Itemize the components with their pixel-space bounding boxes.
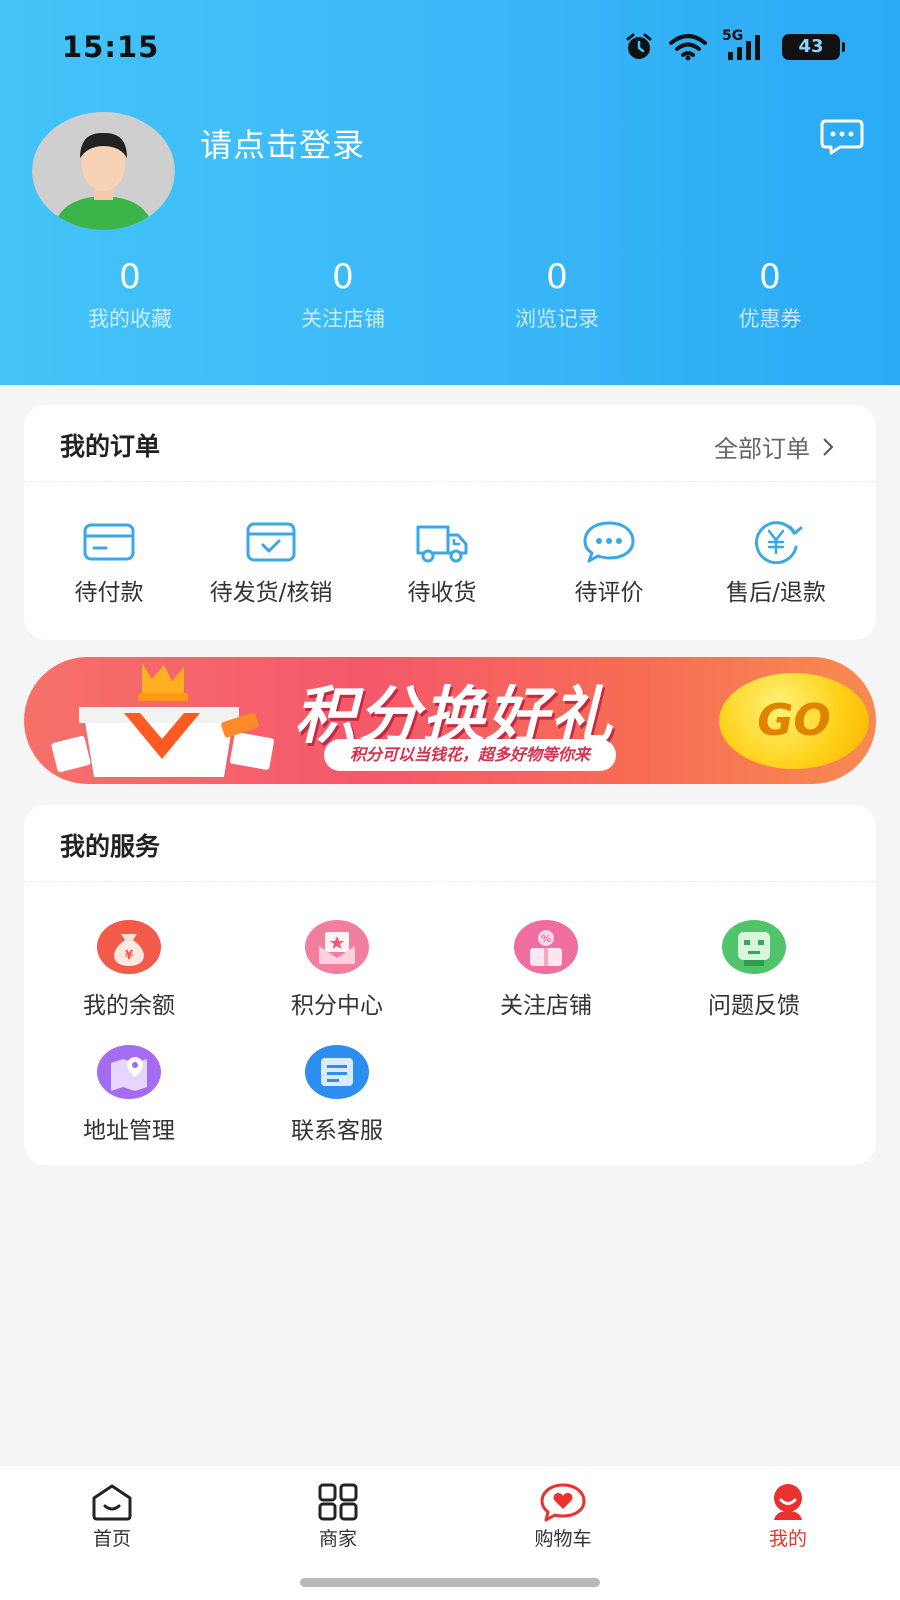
order-item-label: 待发货/核销 [209,580,333,606]
message-icon[interactable] [820,118,864,156]
signal-5g-icon: 5G [722,28,768,62]
login-prompt[interactable]: 请点击登录 [200,120,365,166]
service-points[interactable]: 积分中心 [237,920,437,1020]
money-bag-icon: ¥ [97,920,161,974]
cart-heart-icon [540,1483,586,1522]
service-label: 关注店铺 [500,993,592,1019]
order-pending-review[interactable]: 待评价 [524,519,694,607]
stat-value: 0 [332,257,354,297]
order-item-label: 待评价 [574,580,644,606]
stat-history[interactable]: 0 浏览记录 [467,255,647,333]
tab-label: 商家 [318,1528,357,1550]
stat-followed-shops[interactable]: 0 关注店铺 [253,255,433,333]
user-avatar-icon [33,112,174,230]
grid-icon [318,1483,358,1521]
order-after-sales[interactable]: 售后/退款 [691,519,861,607]
banner-subtitle: 积分可以当钱花，超多好物等你来 [324,739,617,771]
service-label: 联系客服 [291,1118,383,1144]
battery-icon: 43 [782,34,845,60]
wifi-icon [669,34,707,61]
tab-merchants[interactable]: 商家 [268,1482,408,1551]
service-customer-support[interactable]: 联系客服 [237,1045,437,1145]
svg-text:%: % [541,934,551,945]
service-message-icon [305,1045,369,1099]
order-item-label: 待付款 [74,580,144,606]
alarm-icon [626,33,652,59]
tab-profile[interactable]: 我的 [718,1482,858,1551]
feedback-face-icon [722,920,786,974]
stat-coupons[interactable]: 0 优惠券 [680,255,860,333]
stat-label: 浏览记录 [515,307,599,331]
tab-label: 我的 [768,1528,807,1550]
service-followed-shops[interactable]: % 关注店铺 [446,920,646,1020]
tab-label: 首页 [92,1528,131,1550]
tab-label: 购物车 [534,1528,592,1550]
order-pending-shipment[interactable]: 待发货/核销 [186,519,356,607]
service-label: 我的余额 [83,993,175,1019]
home-indicator[interactable] [300,1578,600,1587]
battery-level: 43 [798,36,824,57]
chevron-right-icon [823,437,834,456]
truck-icon [416,525,468,563]
orders-card: 我的订单 全部订单 待付款 待发货/核销 待收货 待评价 售后/退款 [24,405,876,640]
chat-dots-icon [583,521,635,563]
gift-shop-icon: % [514,920,578,974]
all-orders-link[interactable]: 全部订单 [714,429,834,464]
profile-stats: 0 我的收藏 0 关注店铺 0 浏览记录 0 优惠券 [0,255,900,345]
stat-label: 优惠券 [738,307,802,331]
service-label: 积分中心 [291,993,383,1019]
stat-label: 关注店铺 [301,307,385,331]
stat-value: 0 [546,257,568,297]
order-pending-receipt[interactable]: 待收货 [357,519,527,607]
tab-home[interactable]: 首页 [42,1482,182,1551]
map-pin-icon [97,1045,161,1099]
stat-value: 0 [759,257,781,297]
order-item-label: 待收货 [407,580,477,606]
service-address[interactable]: 地址管理 [29,1045,229,1145]
service-balance[interactable]: ¥ 我的余额 [29,920,229,1020]
status-time: 15:15 [62,30,160,64]
avatar[interactable] [32,112,175,230]
tab-cart[interactable]: 购物车 [493,1482,633,1551]
card-icon [83,523,135,561]
status-icons: 5G 43 [624,28,845,64]
divider [24,481,876,482]
home-icon [92,1484,132,1521]
go-button[interactable]: GO [719,673,869,769]
orders-title: 我的订单 [60,432,161,461]
services-title: 我的服务 [60,832,161,861]
stat-value: 0 [119,257,141,297]
points-promo-banner[interactable]: 积分换好礼 积分可以当钱花，超多好物等你来 GO [24,657,876,784]
order-item-label: 售后/退款 [726,580,826,606]
services-card: 我的服务 ¥ 我的余额 积分中心 % 关注店铺 问题反馈 地址管理 联系客服 [24,805,876,1165]
profile-icon [774,1484,802,1520]
service-label: 问题反馈 [708,993,800,1019]
service-label: 地址管理 [83,1118,175,1144]
status-bar: 15:15 5G 43 [0,0,900,95]
stat-label: 我的收藏 [88,307,172,331]
all-orders-label: 全部订单 [714,435,810,463]
order-pending-payment[interactable]: 待付款 [24,519,194,607]
yen-refund-icon [755,521,803,565]
divider [24,881,876,882]
service-feedback[interactable]: 问题反馈 [654,920,854,1020]
box-check-icon [246,522,296,562]
profile-header: 15:15 5G 43 请点击登录 0 我的收藏 0 关注店铺 0 浏览记录 0… [0,0,900,385]
svg-text:¥: ¥ [125,948,134,962]
stat-favorites[interactable]: 0 我的收藏 [40,255,220,333]
envelope-star-icon [305,920,369,974]
gift-box-icon [51,663,274,777]
